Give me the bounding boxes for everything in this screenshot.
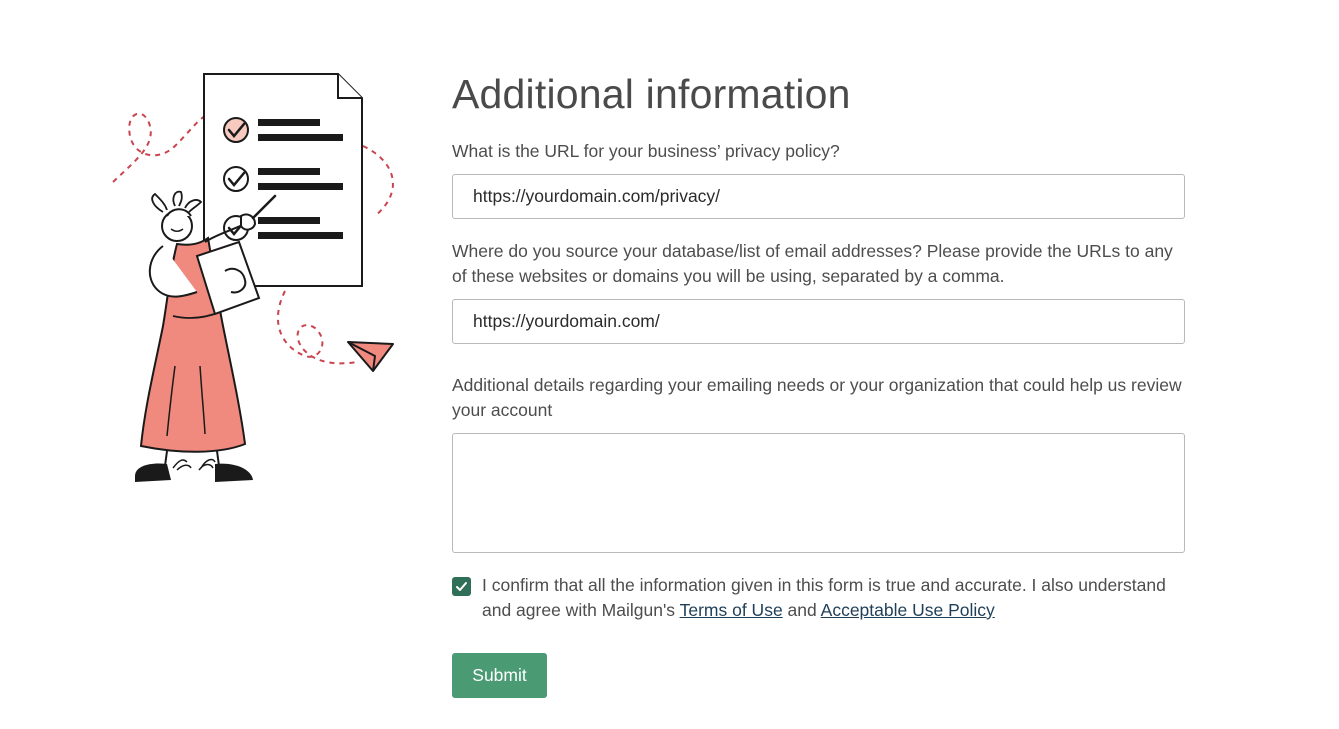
acceptable-use-policy-link[interactable]: Acceptable Use Policy <box>821 600 995 620</box>
checkmark-icon <box>456 582 467 591</box>
email-source-input[interactable] <box>452 299 1185 344</box>
additional-details-textarea[interactable] <box>452 433 1185 553</box>
page-title: Additional information <box>452 71 851 117</box>
additional-information-form: Additional information What is the URL f… <box>452 70 1185 698</box>
privacy-url-input[interactable] <box>452 174 1185 219</box>
dashed-path-right <box>362 145 394 217</box>
consent-and: and <box>782 600 821 620</box>
submit-button[interactable]: Submit <box>452 653 547 698</box>
confirm-checkbox[interactable] <box>452 577 471 596</box>
email-source-label: Where do you source your database/list o… <box>452 241 1173 286</box>
dashed-path-left <box>112 112 206 183</box>
terms-of-use-link[interactable]: Terms of Use <box>680 600 783 620</box>
dashed-path-bottom <box>276 290 358 365</box>
additional-details-label: Additional details regarding your emaili… <box>452 375 1182 420</box>
checklist-illustration <box>105 66 405 491</box>
paper-plane-icon <box>347 341 394 372</box>
privacy-url-label: What is the URL for your business’ priva… <box>452 141 840 161</box>
consent-text: I confirm that all the information given… <box>482 573 1185 623</box>
